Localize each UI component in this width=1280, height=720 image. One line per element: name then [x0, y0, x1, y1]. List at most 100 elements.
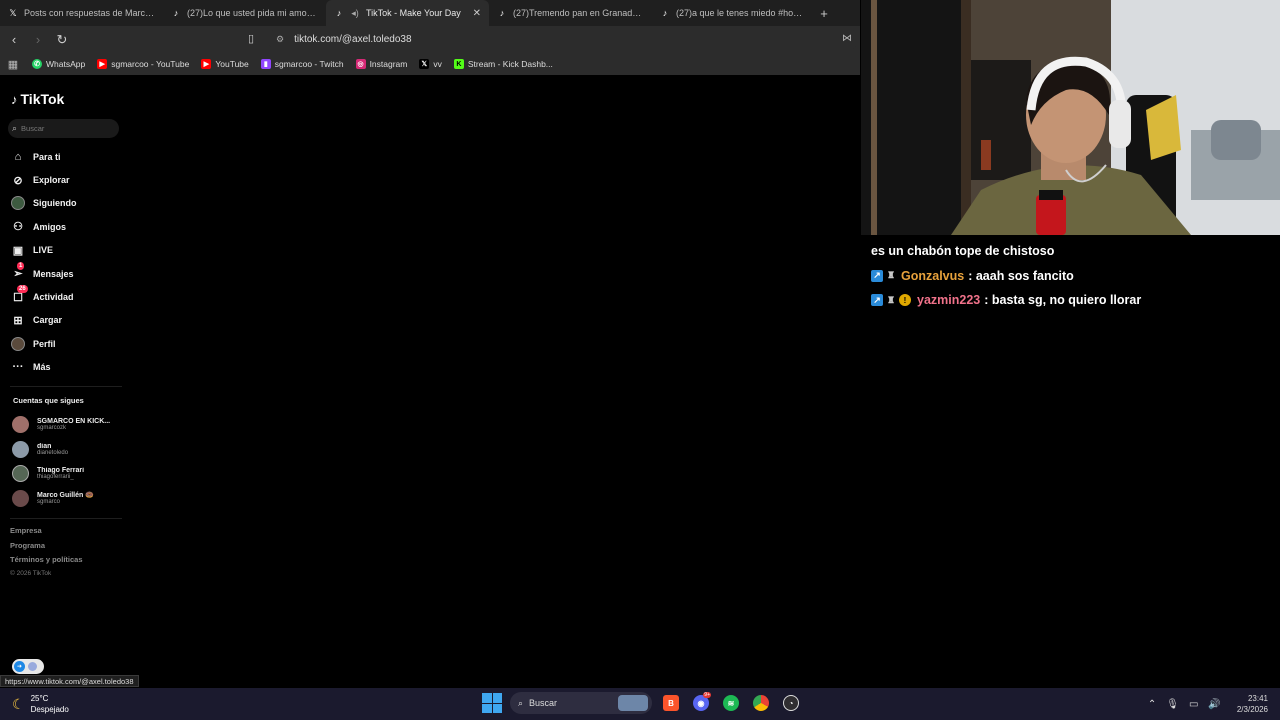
- volume-icon[interactable]: 🔊: [1208, 699, 1220, 710]
- whatsapp-icon: ✆: [32, 59, 42, 69]
- following-account[interactable]: Marco Guillén 🍩 sgmarco: [12, 486, 124, 511]
- following-section-title: Cuentas que sigues: [13, 396, 84, 405]
- microphone-icon[interactable]: 🎙: [1166, 699, 1179, 710]
- chrome-app[interactable]: [750, 692, 772, 714]
- following-account[interactable]: dian dianetoledo: [12, 437, 124, 462]
- bookmark-label: Instagram: [369, 59, 408, 69]
- footer-link-terminos[interactable]: Términos y políticas: [10, 555, 83, 570]
- close-tab-icon[interactable]: ✕: [473, 8, 481, 19]
- tab-title: TikTok - Make Your Day: [366, 8, 461, 18]
- nav-item-mensajes[interactable]: ➢ 1 Mensajes: [11, 261, 121, 285]
- bookmark-label: sgmarcoo - YouTube: [111, 59, 190, 69]
- taskbar-apps: ⌕ Buscar B ◉ 9+ ≋ ◔: [482, 692, 802, 714]
- bookmark-vv[interactable]: 𝕏 vv: [413, 59, 448, 69]
- bookmark-sgmarcoo-youtube[interactable]: ▶ sgmarcoo - YouTube: [91, 59, 195, 69]
- tiktok-sidebar: ♪ TikTok ⌕ Buscar ⌂ Para ti ⊘ Explorar S…: [0, 76, 128, 676]
- apps-grid-icon[interactable]: ▦: [0, 58, 26, 71]
- bookmark-label: vv: [433, 59, 442, 69]
- account-name: dian: [37, 442, 52, 450]
- footer-link-programa[interactable]: Programa: [10, 541, 83, 556]
- browser-tab[interactable]: ♪ (27)Tremendo pan en Granada: ¡Descubrí: [489, 0, 652, 26]
- chevron-up-icon[interactable]: ⌃: [1148, 699, 1156, 710]
- tiktok-logo[interactable]: ♪ TikTok: [11, 91, 64, 107]
- reload-icon[interactable]: ↻: [52, 32, 72, 48]
- tiktok-icon: ♪: [11, 91, 18, 107]
- extension-toggle[interactable]: ➜: [12, 659, 44, 674]
- account-username: thiagoferrarii_: [37, 474, 74, 481]
- bookmark-whatsapp[interactable]: ✆ WhatsApp: [26, 59, 91, 69]
- nav-item-explorar[interactable]: ⊘ Explorar: [11, 168, 121, 191]
- spotify-app[interactable]: ≋: [720, 692, 742, 714]
- following-avatar-icon: [11, 196, 25, 211]
- footer-links: Empresa Programa Términos y políticas © …: [10, 526, 83, 584]
- bookmark-instagram[interactable]: ◎ Instagram: [350, 59, 414, 69]
- obs-icon: ◔: [783, 695, 799, 711]
- weather-temp: 25°C: [30, 694, 49, 703]
- nav-item-cargar[interactable]: ⊞ Cargar: [11, 309, 121, 332]
- taskbar-search-label: Buscar: [529, 698, 558, 708]
- chat-username: Gonzalvus: [901, 268, 965, 283]
- bookmark-youtube[interactable]: ▶ YouTube: [195, 59, 254, 69]
- browser-tab-bar: 𝕏 Posts con respuestas de Marco Guillén …: [0, 0, 860, 26]
- spotify-icon: ≋: [723, 695, 739, 711]
- browser-tab-active[interactable]: ♪ ◂) TikTok - Make Your Day ✕: [326, 0, 489, 26]
- discord-badge: 9+: [703, 692, 711, 698]
- following-account[interactable]: Thiago Ferrari thiagoferrarii_: [12, 461, 124, 486]
- back-icon[interactable]: ‹: [4, 32, 24, 47]
- obs-app[interactable]: ◔: [780, 692, 802, 714]
- nav-label: Amigos: [33, 221, 67, 232]
- nav-item-live[interactable]: ▣ LIVE: [11, 239, 121, 262]
- bookmark-sgmarcoo-twitch[interactable]: ▮ sgmarcoo - Twitch: [255, 59, 350, 69]
- tab-title: (27)Lo que usted pida mi amor #fyp: [187, 8, 318, 18]
- discord-app[interactable]: ◉ 9+: [690, 692, 712, 714]
- avatar: [12, 440, 29, 458]
- footer-link-empresa[interactable]: Empresa: [10, 526, 83, 541]
- media-control-icon[interactable]: ⋈: [842, 33, 852, 44]
- windows-taskbar: ☾ 25°C Despejado ⌕ Buscar B ◉ 9+ ≋ ◔ ⌃ 🎙 …: [0, 688, 1280, 720]
- divider: [10, 518, 122, 519]
- forward-icon[interactable]: ›: [28, 32, 48, 47]
- sword-badge-icon: ♜: [887, 270, 896, 281]
- account-username: dianetoledo: [37, 449, 69, 456]
- brave-app[interactable]: B: [660, 692, 682, 714]
- following-list: SGMARCO EN KICK... sgmarcozk dian dianet…: [12, 412, 124, 511]
- chrome-icon: [753, 695, 769, 711]
- new-tab-button[interactable]: +: [812, 6, 836, 21]
- kick-icon: K: [453, 59, 464, 69]
- nav-item-mas[interactable]: ··· Más: [11, 356, 121, 379]
- url-text: tiktok.com/@axel.toledo38: [294, 34, 412, 45]
- address-bar-row: ‹ › ↻ ▯ ⚙ tiktok.com/@axel.toledo38 ⋈: [0, 26, 860, 53]
- nav-item-siguiendo[interactable]: Siguiendo: [11, 192, 121, 215]
- x-icon: 𝕏: [9, 7, 17, 18]
- main-nav: ⌂ Para ti ⊘ Explorar Siguiendo ⚇ Amigos …: [11, 145, 121, 379]
- chat-text: es un chabón tope de chistoso: [871, 244, 1055, 259]
- weather-desc: Despejado: [30, 705, 69, 714]
- tiktok-icon: ♪: [662, 8, 668, 18]
- search-highlight-image: [618, 695, 648, 711]
- compass-icon: ⊘: [13, 174, 23, 187]
- browser-tab[interactable]: ♪ (27)Lo que usted pida mi amor #fyp: [163, 0, 326, 26]
- nav-item-perfil[interactable]: Perfil: [11, 332, 121, 355]
- search-placeholder: Buscar: [21, 124, 45, 133]
- following-account[interactable]: SGMARCO EN KICK... sgmarcozk: [12, 412, 124, 437]
- sword-badge-icon: ♜: [887, 294, 896, 305]
- nav-item-para-ti[interactable]: ⌂ Para ti: [11, 145, 121, 168]
- url-field[interactable]: ⚙ tiktok.com/@axel.toledo38 ⋈: [268, 29, 858, 50]
- weather-widget[interactable]: ☾ 25°C Despejado: [12, 693, 69, 715]
- clock[interactable]: 23:41 2/3/2026: [1237, 693, 1268, 715]
- nav-item-amigos[interactable]: ⚇ Amigos: [11, 215, 121, 238]
- nav-item-actividad[interactable]: ☐ 26 Actividad: [11, 285, 121, 308]
- coin-badge-icon: !: [899, 294, 911, 307]
- live-icon: ▣: [12, 244, 24, 257]
- search-input[interactable]: ⌕ Buscar: [8, 119, 119, 138]
- network-icon[interactable]: ▭: [1189, 699, 1198, 710]
- taskbar-search[interactable]: ⌕ Buscar: [510, 692, 652, 714]
- bookmark-kick[interactable]: K Stream - Kick Dashb...: [448, 59, 559, 69]
- browser-tab[interactable]: ♪ (27)a que le tenes miedo #hopecore: [652, 0, 812, 26]
- site-settings-icon[interactable]: ⚙: [276, 34, 284, 45]
- start-button[interactable]: [482, 693, 502, 713]
- chat-username: yazmin223: [917, 293, 981, 308]
- bookmark-icon[interactable]: ▯: [248, 32, 260, 46]
- browser-tab[interactable]: 𝕏 Posts con respuestas de Marco Guillén: [0, 0, 163, 26]
- twitch-icon: ▮: [260, 59, 271, 69]
